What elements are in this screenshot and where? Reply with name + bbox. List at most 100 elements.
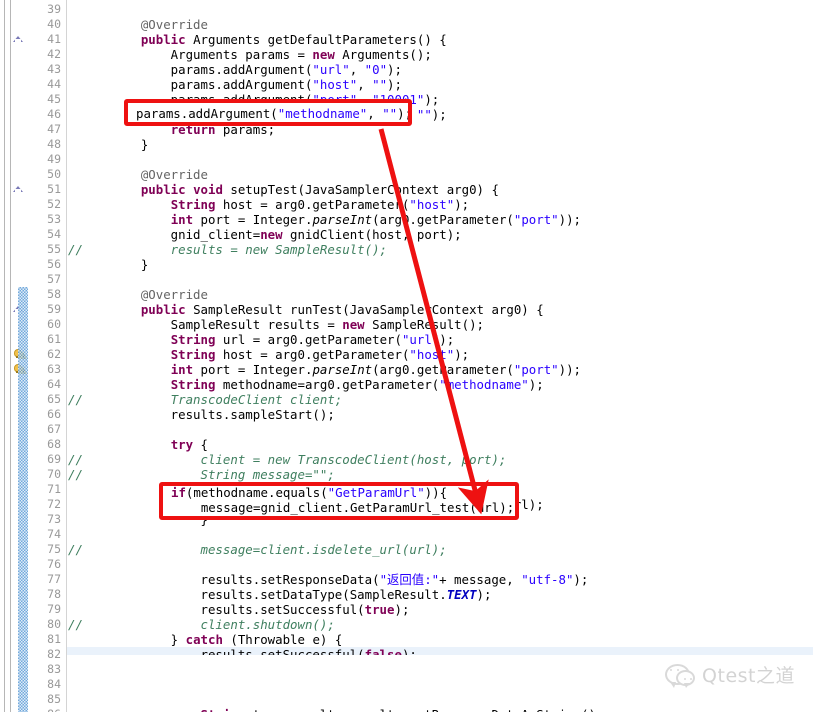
line-number-81: 81 — [47, 632, 61, 646]
code-line-68[interactable]: try { — [67, 437, 813, 452]
code-line-text: gnid_client=new gnidClient(host, port); — [111, 227, 462, 242]
code-line-58[interactable]: @Override — [67, 287, 813, 302]
code-line-text: String temp_results=results.getResponseD… — [111, 707, 604, 712]
code-line-49[interactable] — [67, 152, 813, 167]
code-line-75[interactable]: // message=client.isdelete_url(url); — [67, 542, 813, 557]
line-number-50: 50 — [47, 167, 61, 181]
code-line-81[interactable]: } catch (Throwable e) { — [67, 632, 813, 647]
override-marker-icon-line-51[interactable] — [13, 186, 23, 193]
code-line-55[interactable]: // results = new SampleResult(); — [67, 242, 813, 257]
code-line-text: String host = arg0.getParameter("host"); — [170, 197, 470, 212]
code-line-text: public Arguments getDefaultParameters() … — [140, 32, 447, 47]
code-line-66[interactable]: results.sampleStart(); — [67, 407, 813, 422]
code-line-48[interactable]: } — [67, 137, 813, 152]
comment-marker: // — [68, 617, 83, 632]
code-line-57[interactable] — [67, 272, 813, 287]
line-number-55: 55 — [47, 242, 61, 256]
code-line-text: @Override — [140, 287, 208, 302]
annotation-box-2-code-line-2: message=gnid_client.GetParamUrl_test(url… — [171, 500, 515, 515]
line-number-56: 56 — [47, 257, 61, 271]
code-line-text: params.addArgument("url", "0"); — [111, 62, 402, 77]
line-number-83: 83 — [47, 662, 61, 676]
code-line-67[interactable] — [67, 422, 813, 437]
code-line-62[interactable]: String host = arg0.getParameter("host"); — [67, 347, 813, 362]
line-number-65: 65 — [47, 392, 61, 406]
code-line-61[interactable]: String url = arg0.getParameter("url"); — [67, 332, 813, 347]
annotation-box-2-code-line-1: if(methodname.equals("GetParamUrl")){ — [171, 486, 448, 500]
code-line-42[interactable]: Arguments params = new Arguments(); — [67, 47, 813, 62]
code-line-41[interactable]: public Arguments getDefaultParameters() … — [67, 32, 813, 47]
line-number-71: 71 — [47, 482, 61, 496]
code-line-51[interactable]: public void setupTest(JavaSamplerContext… — [67, 182, 813, 197]
code-line-60[interactable]: SampleResult results = new SampleResult(… — [67, 317, 813, 332]
code-line-text: try { — [170, 437, 208, 452]
code-line-text: message=client.isdelete_url(url); — [111, 542, 447, 557]
code-line-text: } catch (Throwable e) { — [111, 632, 343, 647]
code-line-77[interactable]: results.setResponseData("返回值:"+ message,… — [67, 572, 813, 587]
code-line-79[interactable]: results.setSuccessful(true); — [67, 602, 813, 617]
code-line-80[interactable]: // client.shutdown(); — [67, 617, 813, 632]
line-number-82: 82 — [47, 647, 61, 661]
line-number-84: 84 — [47, 677, 61, 691]
line-number-45: 45 — [47, 92, 61, 106]
code-line-40[interactable]: @Override — [67, 17, 813, 32]
code-line-52[interactable]: String host = arg0.getParameter("host"); — [67, 197, 813, 212]
code-line-54[interactable]: gnid_client=new gnidClient(host, port); — [67, 227, 813, 242]
line-number-47: 47 — [47, 122, 61, 136]
code-line-text: int port = Integer.parseInt(arg0.getPara… — [170, 362, 582, 377]
line-number-74: 74 — [47, 527, 61, 541]
code-line-65[interactable]: // TranscodeClient client; — [67, 392, 813, 407]
code-line-56[interactable]: } — [67, 257, 813, 272]
line-number-42: 42 — [47, 47, 61, 61]
line-number-79: 79 — [47, 602, 61, 616]
line-number-77: 77 — [47, 572, 61, 586]
code-line-text: client = new TranscodeClient(host, port)… — [111, 452, 507, 467]
line-number-78: 78 — [47, 587, 61, 601]
wechat-logo-icon — [665, 663, 696, 688]
override-marker-icon-line-41[interactable] — [13, 36, 23, 43]
line-number-75: 75 — [47, 542, 61, 556]
line-number-72: 72 — [47, 497, 61, 511]
comment-marker: // — [68, 467, 83, 482]
watermark: Qtest之道 — [665, 661, 795, 688]
code-line-text: String methodname=arg0.getParameter("met… — [170, 377, 544, 392]
line-number-66: 66 — [47, 407, 61, 421]
code-line-69[interactable]: // client = new TranscodeClient(host, po… — [67, 452, 813, 467]
code-line-text: public void setupTest(JavaSamplerContext… — [140, 182, 499, 197]
line-number-44: 44 — [47, 77, 61, 91]
line-number-73: 73 — [47, 512, 61, 526]
code-line-53[interactable]: int port = Integer.parseInt(arg0.getPara… — [67, 212, 813, 227]
code-line-text: String url = arg0.getParameter("url"); — [170, 332, 455, 347]
code-line-text: TranscodeClient client; — [111, 392, 343, 407]
comment-marker: // — [68, 542, 83, 557]
code-line-64[interactable]: String methodname=arg0.getParameter("met… — [67, 377, 813, 392]
code-line-70[interactable]: // String message=""; — [67, 467, 813, 482]
code-line-43[interactable]: params.addArgument("url", "0"); — [67, 62, 813, 77]
line-number-39: 39 — [47, 2, 61, 16]
code-line-86[interactable]: String temp_results=results.getResponseD… — [67, 707, 813, 712]
code-line-text: results.setSuccessful(true); — [111, 602, 410, 617]
code-editor[interactable]: !! 3940414243444546474849505152535455565… — [0, 0, 813, 712]
code-line-59[interactable]: public SampleResult runTest(JavaSamplerC… — [67, 302, 813, 317]
code-line-text: int port = Integer.parseInt(arg0.getPara… — [170, 212, 582, 227]
code-line-76[interactable] — [67, 557, 813, 572]
code-line-39[interactable] — [67, 2, 813, 17]
line-number-58: 58 — [47, 287, 61, 301]
line-number-48: 48 — [47, 137, 61, 151]
code-line-text: results = new SampleResult(); — [111, 242, 388, 257]
code-line-63[interactable]: int port = Integer.parseInt(arg0.getPara… — [67, 362, 813, 377]
code-line-text: results.sampleStart(); — [111, 407, 335, 422]
annotation-box-methodname-argument: params.addArgument("methodname", ""); — [124, 99, 412, 126]
line-number-61: 61 — [47, 332, 61, 346]
code-line-text: @Override — [140, 17, 208, 32]
code-line-78[interactable]: results.setDataType(SampleResult.TEXT); — [67, 587, 813, 602]
code-line-text: @Override — [140, 167, 208, 182]
editor-frame-edge-outer — [4, 0, 5, 712]
code-line-50[interactable]: @Override — [67, 167, 813, 182]
code-line-44[interactable]: params.addArgument("host", ""); — [67, 77, 813, 92]
comment-marker: // — [68, 392, 83, 407]
code-line-74[interactable] — [67, 527, 813, 542]
line-number-69: 69 — [47, 452, 61, 466]
line-number-57: 57 — [47, 272, 61, 286]
code-line-text: public SampleResult runTest(JavaSamplerC… — [140, 302, 544, 317]
